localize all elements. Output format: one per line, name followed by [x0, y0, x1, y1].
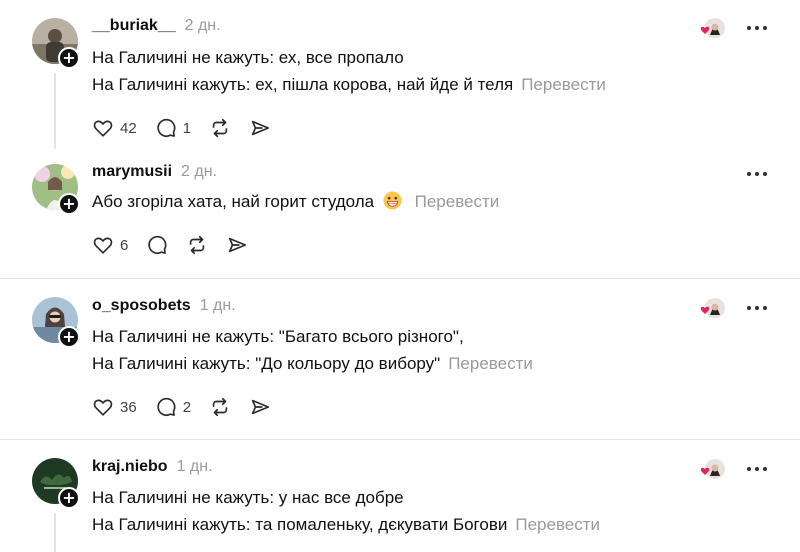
- post-time[interactable]: 1 дн.: [177, 458, 213, 476]
- heart-icon: [93, 399, 113, 416]
- thread-connector-line: [54, 73, 56, 149]
- grinning-face-emoji: [383, 191, 402, 210]
- post-text: Або згоріла хата, най горит студола: [92, 192, 375, 211]
- more-options-icon[interactable]: [745, 457, 769, 481]
- post-text-line: На Галичині кажуть: та помаленьку, дєкув…: [92, 514, 600, 536]
- post-text-line: На Галичині не кажуть: ех, все пропало: [92, 48, 404, 67]
- repost-button[interactable]: [209, 396, 231, 418]
- share-button[interactable]: [249, 117, 271, 139]
- thread-post-1: + __buriak__ 2 дн. На Галичині не кажуть…: [0, 0, 800, 158]
- post-header: __buriak__ 2 дн.: [92, 17, 221, 39]
- post-text-line: На Галичині не кажуть: "Багато всього рі…: [92, 327, 464, 346]
- post-text: На Галичині кажуть: та помаленьку, дєкув…: [92, 515, 508, 534]
- follow-plus-icon[interactable]: +: [58, 193, 80, 215]
- heart-icon: [93, 237, 113, 254]
- post-time[interactable]: 1 дн.: [200, 297, 236, 315]
- thread-connector-line: [54, 513, 56, 552]
- post-header: o_sposobets 1 дн.: [92, 297, 236, 319]
- post-text-line: На Галичині кажуть: "До кольору до вибор…: [92, 353, 533, 375]
- repost-icon: [190, 235, 205, 255]
- thread-post-4: + kraj.niebo 1 дн. На Галичині не кажуть…: [0, 440, 800, 552]
- post-text-line: На Галичині кажуть: ех, пішла корова, на…: [92, 74, 606, 96]
- share-icon: [251, 399, 270, 415]
- follow-plus-icon[interactable]: +: [58, 487, 80, 509]
- share-button[interactable]: [226, 234, 248, 256]
- translate-link[interactable]: Перевести: [515, 515, 600, 534]
- more-options-icon[interactable]: [745, 16, 769, 40]
- thread-post-3: + o_sposobets 1 дн. На Галичині не кажут…: [0, 279, 800, 439]
- thread-post-2: + marymusii 2 дн. Або згоріла хата, най …: [0, 158, 800, 278]
- repost-button[interactable]: [209, 117, 231, 139]
- post-text-line: Або згоріла хата, най горит студола Пере…: [92, 191, 499, 213]
- post-text-line: На Галичині не кажуть: у нас все добре: [92, 488, 404, 507]
- translate-link[interactable]: Перевести: [521, 75, 606, 94]
- avatar[interactable]: +: [32, 458, 80, 509]
- post-time[interactable]: 2 дн.: [185, 17, 221, 35]
- post-text: На Галичині кажуть: ех, пішла корова, на…: [92, 75, 514, 94]
- like-count: 42: [120, 119, 137, 137]
- post-actions: 42 1: [92, 116, 289, 140]
- like-button[interactable]: 36: [92, 396, 137, 418]
- reply-count: 2: [182, 398, 192, 416]
- more-options-icon[interactable]: [745, 162, 769, 186]
- liked-by-avatar[interactable]: [698, 16, 726, 40]
- username[interactable]: __buriak__: [92, 17, 176, 35]
- username[interactable]: kraj.niebo: [92, 458, 168, 476]
- post-time[interactable]: 2 дн.: [181, 163, 217, 181]
- liked-by-avatar[interactable]: [698, 457, 726, 481]
- reply-button[interactable]: 2: [155, 396, 191, 418]
- like-button[interactable]: 42: [92, 117, 137, 139]
- translate-link[interactable]: Перевести: [448, 354, 533, 373]
- reply-button[interactable]: 1: [155, 117, 191, 139]
- more-options-icon[interactable]: [745, 296, 769, 320]
- follow-plus-icon[interactable]: +: [58, 326, 80, 348]
- like-count: 6: [120, 236, 129, 254]
- post-header: kraj.niebo 1 дн.: [92, 458, 213, 480]
- avatar[interactable]: +: [32, 297, 80, 348]
- repost-button[interactable]: [186, 234, 208, 256]
- reply-button[interactable]: [146, 234, 168, 256]
- repost-icon: [212, 118, 228, 138]
- like-button[interactable]: 6: [92, 234, 128, 256]
- repost-icon: [212, 397, 228, 417]
- avatar[interactable]: +: [32, 18, 80, 69]
- heart-icon: [93, 120, 113, 137]
- username[interactable]: o_sposobets: [92, 297, 191, 315]
- follow-plus-icon[interactable]: +: [58, 47, 80, 69]
- translate-link[interactable]: Перевести: [415, 192, 500, 211]
- share-icon: [229, 237, 247, 253]
- comment-icon: [148, 235, 167, 254]
- avatar[interactable]: +: [32, 164, 80, 215]
- like-count: 36: [120, 398, 137, 416]
- share-icon: [251, 120, 270, 136]
- username[interactable]: marymusii: [92, 163, 172, 181]
- post-header: marymusii 2 дн.: [92, 163, 217, 185]
- post-actions: 36 2: [92, 395, 289, 419]
- post-actions: 6: [92, 233, 266, 257]
- reply-count: 1: [182, 119, 192, 137]
- liked-by-avatar[interactable]: [698, 296, 726, 320]
- comment-icon: [157, 118, 176, 137]
- post-text: На Галичині кажуть: "До кольору до вибор…: [92, 354, 441, 373]
- comment-icon: [157, 397, 176, 416]
- share-button[interactable]: [249, 396, 271, 418]
